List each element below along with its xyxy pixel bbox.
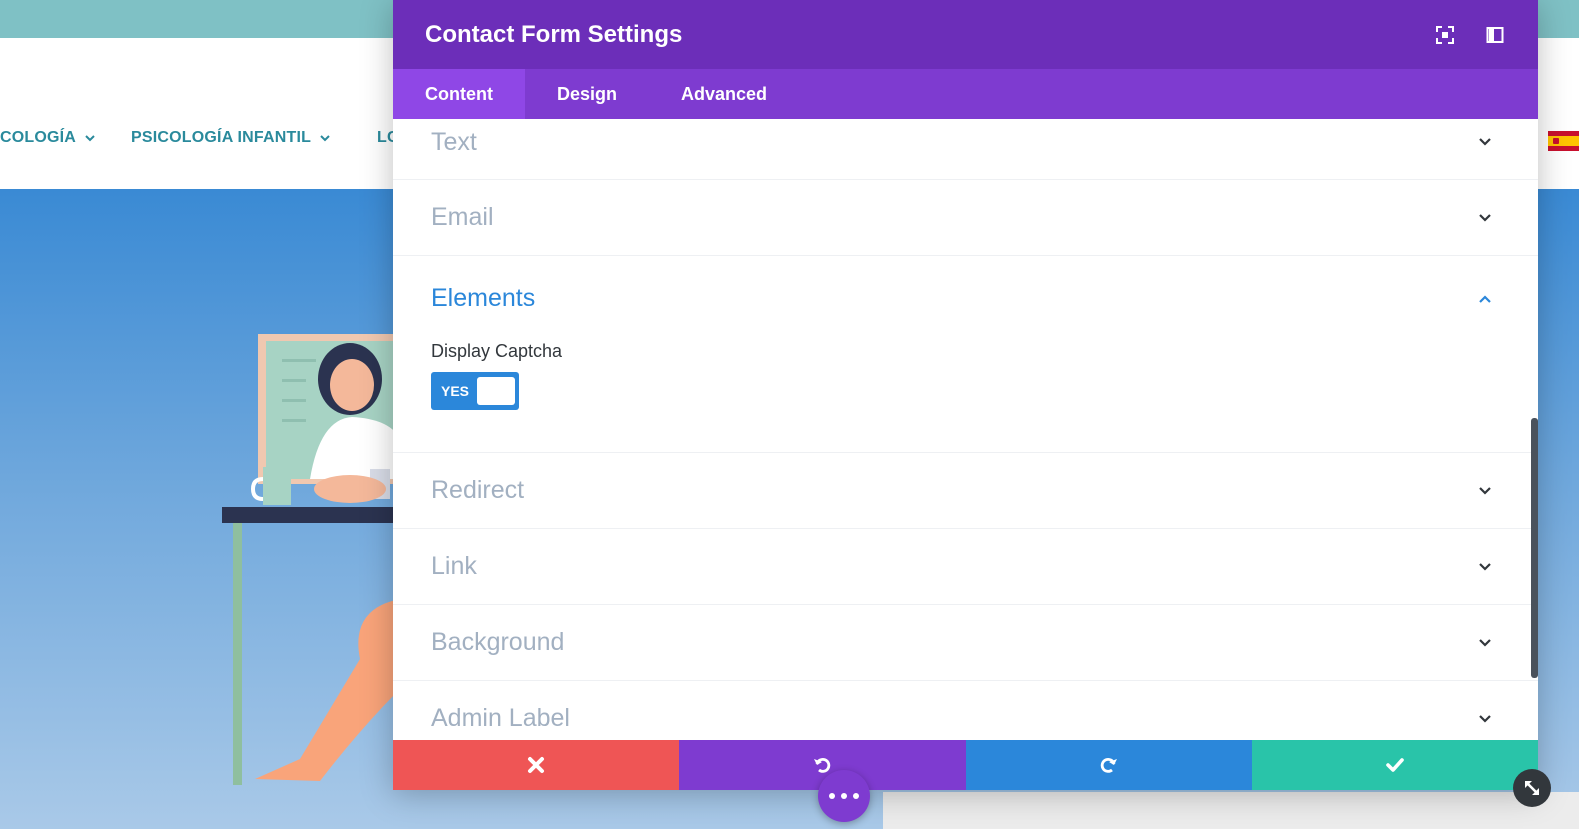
undo-icon [814, 758, 831, 773]
nav-item-label: PSICOLOGÍA INFANTIL [131, 129, 312, 146]
section-elements: Elements Display Captcha YES [393, 256, 1538, 453]
section-title: Link [431, 552, 477, 580]
sidebar-toggle-icon[interactable] [1484, 24, 1506, 46]
redo-icon [1100, 758, 1117, 773]
redo-button[interactable] [965, 740, 1252, 790]
modal-footer [393, 740, 1538, 790]
cancel-button[interactable] [393, 740, 680, 790]
dot-icon [853, 793, 859, 799]
dot-icon [829, 793, 835, 799]
section-title: Text [431, 127, 477, 156]
chevron-down-icon [85, 135, 95, 142]
woman-at-computer-illustration [222, 334, 400, 785]
section-title: Email [431, 203, 494, 231]
section-email[interactable]: Email [393, 180, 1538, 256]
page-lower-section [883, 792, 1579, 829]
resize-button[interactable] [1513, 769, 1551, 807]
chevron-down-icon [1479, 486, 1491, 495]
close-icon [528, 757, 545, 773]
section-title: Background [431, 628, 565, 656]
check-icon [1386, 758, 1404, 772]
section-title: Admin Label [431, 704, 570, 732]
chevron-down-icon [1479, 562, 1491, 571]
tab-content[interactable]: Content [393, 69, 525, 119]
toggle-knob [477, 377, 515, 405]
section-admin-label[interactable]: Admin Label [393, 681, 1538, 739]
nav-item-psicologia-infantil[interactable]: PSICOLOGÍA INFANTIL [131, 129, 331, 147]
nav-item-psicologia[interactable]: COLOGÍA [0, 129, 96, 147]
nav-item-label: COLOGÍA [0, 129, 77, 146]
section-title: Elements [431, 284, 536, 312]
tab-advanced[interactable]: Advanced [649, 69, 799, 119]
dot-icon [841, 793, 847, 799]
modal-title: Contact Form Settings [425, 20, 683, 48]
modal-header: Contact Form Settings [393, 0, 1538, 69]
section-redirect[interactable]: Redirect [393, 453, 1538, 529]
section-elements-header[interactable]: Elements [431, 284, 1493, 313]
resize-icon [1525, 781, 1539, 795]
fullscreen-icon[interactable] [1434, 24, 1456, 46]
chevron-down-icon [1479, 638, 1491, 647]
chevron-down-icon [1479, 714, 1491, 723]
modal-scrollbar[interactable] [1531, 418, 1538, 678]
display-captcha-toggle[interactable]: YES [431, 372, 519, 410]
chevron-down-icon [1479, 138, 1491, 146]
section-title: Redirect [431, 476, 525, 504]
save-button[interactable] [1251, 740, 1538, 790]
chevron-down-icon [1479, 213, 1491, 222]
toggle-value: YES [441, 383, 470, 399]
section-link[interactable]: Link [393, 529, 1538, 605]
more-options-button[interactable] [818, 770, 870, 822]
spain-flag-icon[interactable] [1548, 131, 1579, 151]
section-background[interactable]: Background [393, 605, 1538, 681]
display-captcha-label: Display Captcha [431, 341, 563, 361]
tab-bar: Content Design Advanced [393, 69, 1538, 119]
settings-modal: Contact Form Settings Content Design Adv… [393, 0, 1538, 790]
section-text[interactable]: Text [393, 119, 1538, 180]
chevron-up-icon [1479, 294, 1491, 303]
tab-design[interactable]: Design [525, 69, 649, 119]
modal-body[interactable]: Text Email Elements Display Captcha YES … [393, 119, 1538, 739]
chevron-down-icon [320, 135, 330, 142]
